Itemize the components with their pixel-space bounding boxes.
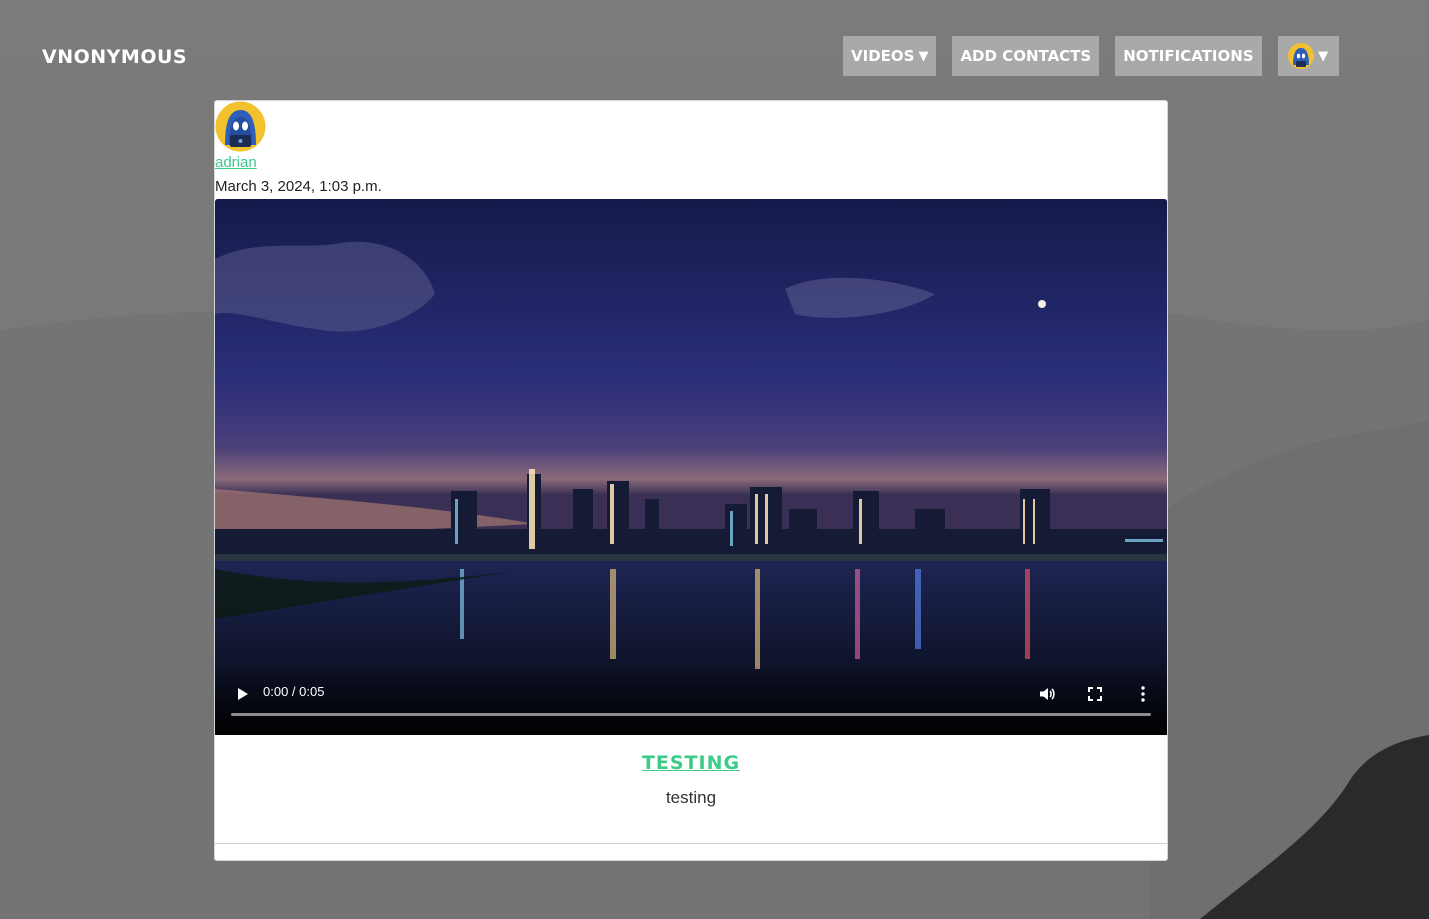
fullscreen-icon[interactable] [1087, 686, 1103, 702]
user-avatar-icon [1288, 43, 1315, 69]
more-vertical-icon[interactable] [1135, 685, 1151, 703]
post-title-link[interactable]: TESTING [642, 752, 740, 774]
volume-icon[interactable] [1038, 685, 1056, 703]
card-divider [215, 843, 1167, 844]
author-link[interactable]: adrian [215, 154, 257, 171]
video-controls: 0:00 / 0:05 [215, 665, 1167, 735]
add-contacts-label: ADD CONTACTS [960, 47, 1092, 65]
notifications-label: NOTIFICATIONS [1123, 47, 1254, 65]
video-post-card: adrian March 3, 2024, 1:03 p.m. 0:00 / 0… [214, 100, 1168, 861]
play-icon[interactable] [235, 686, 251, 702]
notifications-button[interactable]: NOTIFICATIONS [1115, 36, 1262, 76]
chevron-down-icon: ▼ [1318, 48, 1329, 64]
videos-menu-button[interactable]: VIDEOS ▼ [843, 36, 937, 76]
add-contacts-button[interactable]: ADD CONTACTS [952, 36, 1100, 76]
post-title: TESTING [215, 752, 1167, 774]
videos-menu-label: VIDEOS [851, 47, 915, 65]
video-player[interactable]: 0:00 / 0:05 [215, 199, 1167, 735]
brand-logo[interactable]: VNONYMOUS [42, 46, 187, 68]
post-timestamp: March 3, 2024, 1:03 p.m. [215, 178, 382, 195]
post-description: testing [665, 788, 717, 807]
user-menu-button[interactable]: ▼ [1277, 36, 1339, 76]
top-nav: VIDEOS ▼ ADD CONTACTS NOTIFICATIONS ▼ [843, 36, 1339, 76]
video-progress-bar[interactable] [231, 713, 1151, 716]
author-avatar-icon[interactable] [215, 101, 266, 152]
chevron-down-icon: ▼ [918, 48, 929, 64]
video-time-display: 0:00 / 0:05 [263, 684, 325, 699]
video-frame-city-skyline [215, 199, 1167, 735]
